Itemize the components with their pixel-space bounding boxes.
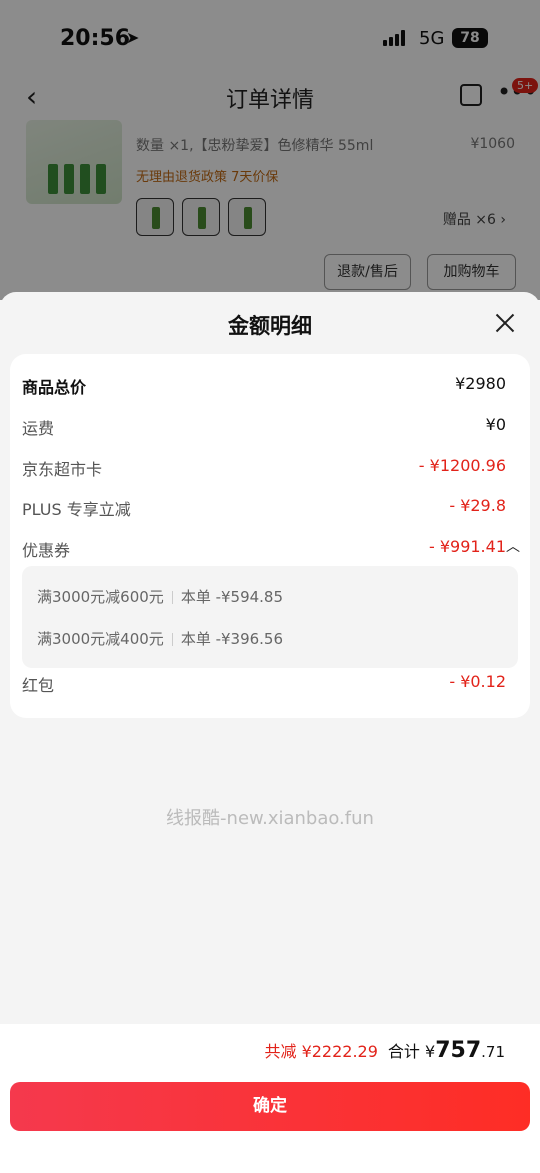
close-icon[interactable]: [494, 312, 516, 334]
amount-card: 商品总价 ¥2980 运费 ¥0 京东超市卡 - ¥1200.96 PLUS 专…: [10, 354, 530, 718]
sheet-title: 金额明细: [228, 314, 312, 338]
row-value: - ¥1200.96: [418, 456, 506, 475]
row-value: - ¥29.8: [449, 496, 506, 515]
total-saved: 共减 ¥2222.29: [264, 1042, 378, 1061]
price-summary: 共减 ¥2222.29 合计 ¥757.71: [264, 1038, 505, 1063]
row-supermarket-card: 京东超市卡 - ¥1200.96: [22, 453, 518, 481]
coupon-detail-box: 满3000元减600元 本单 -¥594.85 满3000元减400元 本单 -¥3…: [22, 566, 518, 668]
footer-bar: 共减 ¥2222.29 合计 ¥757.71 确定: [0, 1024, 540, 1173]
row-value: - ¥991.41: [428, 537, 506, 556]
row-label: 红包: [22, 676, 55, 695]
coupon-rule: 满3000元减600元: [37, 588, 164, 606]
dim-overlay[interactable]: [0, 0, 540, 300]
row-plus-discount: PLUS 专享立减 - ¥29.8: [22, 493, 518, 521]
divider: [171, 591, 173, 604]
coupon-deduct: 本单 -¥396.56: [180, 630, 284, 648]
row-label: PLUS 专享立减: [22, 500, 131, 519]
watermark-text: 线报酷-new.xianbao.fun: [166, 808, 374, 829]
confirm-button[interactable]: 确定: [10, 1082, 530, 1131]
total-decimal: .71: [481, 1043, 505, 1061]
coupon-deduct: 本单 -¥594.85: [180, 588, 284, 606]
row-total: 商品总价 ¥2980: [22, 371, 518, 399]
coupon-item: 满3000元减600元 本单 -¥594.85: [37, 586, 283, 607]
total-integer: 757: [435, 1038, 482, 1063]
row-red-packet: 红包 - ¥0.12: [22, 669, 518, 697]
divider: [171, 633, 173, 646]
row-label: 商品总价: [22, 378, 87, 397]
coupon-rule: 满3000元减400元: [37, 630, 164, 648]
row-label: 京东超市卡: [22, 460, 103, 479]
row-value: ¥2980: [455, 374, 506, 393]
row-label: 优惠券: [22, 541, 71, 560]
chevron-up-icon[interactable]: ︿: [506, 536, 520, 556]
row-value: - ¥0.12: [449, 672, 506, 691]
total-label: 合计 ¥: [387, 1042, 436, 1061]
row-value: ¥0: [485, 415, 506, 434]
row-coupon[interactable]: 优惠券 - ¥991.41 ︿: [22, 534, 520, 562]
row-label: 运费: [22, 419, 55, 438]
row-shipping: 运费 ¥0: [22, 412, 518, 440]
coupon-item: 满3000元减400元 本单 -¥396.56: [37, 628, 283, 649]
